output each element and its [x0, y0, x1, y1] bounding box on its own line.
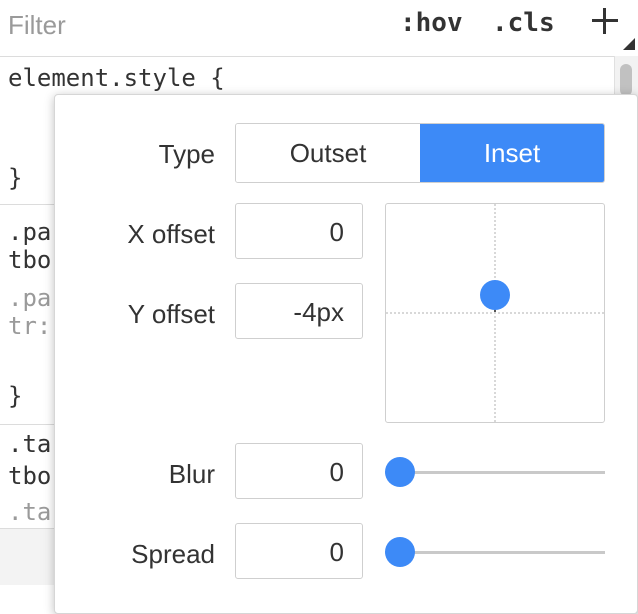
- spread-slider[interactable]: [385, 537, 605, 567]
- element-style-selector[interactable]: element.style {: [8, 64, 225, 92]
- blur-label: Blur: [168, 459, 215, 489]
- offset-pad[interactable]: [385, 203, 605, 423]
- close-brace: }: [8, 382, 23, 410]
- blur-slider[interactable]: [385, 457, 605, 487]
- rule-selector[interactable]: tbo: [8, 246, 51, 274]
- rule-selector-inactive: .ta: [8, 498, 52, 526]
- inset-button[interactable]: Inset: [420, 124, 604, 182]
- x-offset-input[interactable]: 0: [235, 203, 363, 259]
- offset-pad-knob[interactable]: [480, 280, 510, 310]
- hov-toggle[interactable]: :hov: [400, 8, 463, 38]
- new-rule-menu-corner-icon[interactable]: [623, 38, 635, 50]
- outset-button[interactable]: Outset: [236, 124, 421, 182]
- cls-toggle[interactable]: .cls: [492, 8, 555, 38]
- type-label: Type: [158, 139, 215, 169]
- blur-input[interactable]: 0: [235, 443, 363, 499]
- spread-slider-track: [385, 551, 605, 554]
- spread-slider-thumb[interactable]: [385, 537, 415, 567]
- spread-input[interactable]: 0: [235, 523, 363, 579]
- new-style-rule-icon[interactable]: [590, 6, 620, 36]
- close-brace: }: [8, 164, 23, 192]
- y-offset-input[interactable]: -4px: [235, 283, 363, 339]
- pad-vertical-axis: [494, 204, 496, 422]
- scrollbar-thumb[interactable]: [620, 64, 632, 96]
- filter-input[interactable]: Filter: [8, 10, 66, 41]
- rule-selector-inactive: .pa: [8, 284, 52, 312]
- rule-selector[interactable]: .pa: [8, 218, 51, 246]
- blur-slider-thumb[interactable]: [385, 457, 415, 487]
- type-segmented-control[interactable]: Outset Inset: [235, 123, 605, 183]
- rule-selector[interactable]: tbo: [8, 462, 51, 490]
- spread-label: Spread: [131, 539, 215, 569]
- y-offset-label: Y offset: [127, 299, 215, 329]
- x-offset-label: X offset: [127, 219, 215, 249]
- rule-selector-inactive: tr:: [8, 312, 52, 340]
- shadow-editor-popover: Type Outset Inset X offset 0 Y offset -4…: [54, 94, 638, 614]
- styles-toolbar: Filter :hov .cls: [0, 0, 638, 57]
- rule-selector[interactable]: .ta: [8, 430, 51, 458]
- blur-slider-track: [385, 471, 605, 474]
